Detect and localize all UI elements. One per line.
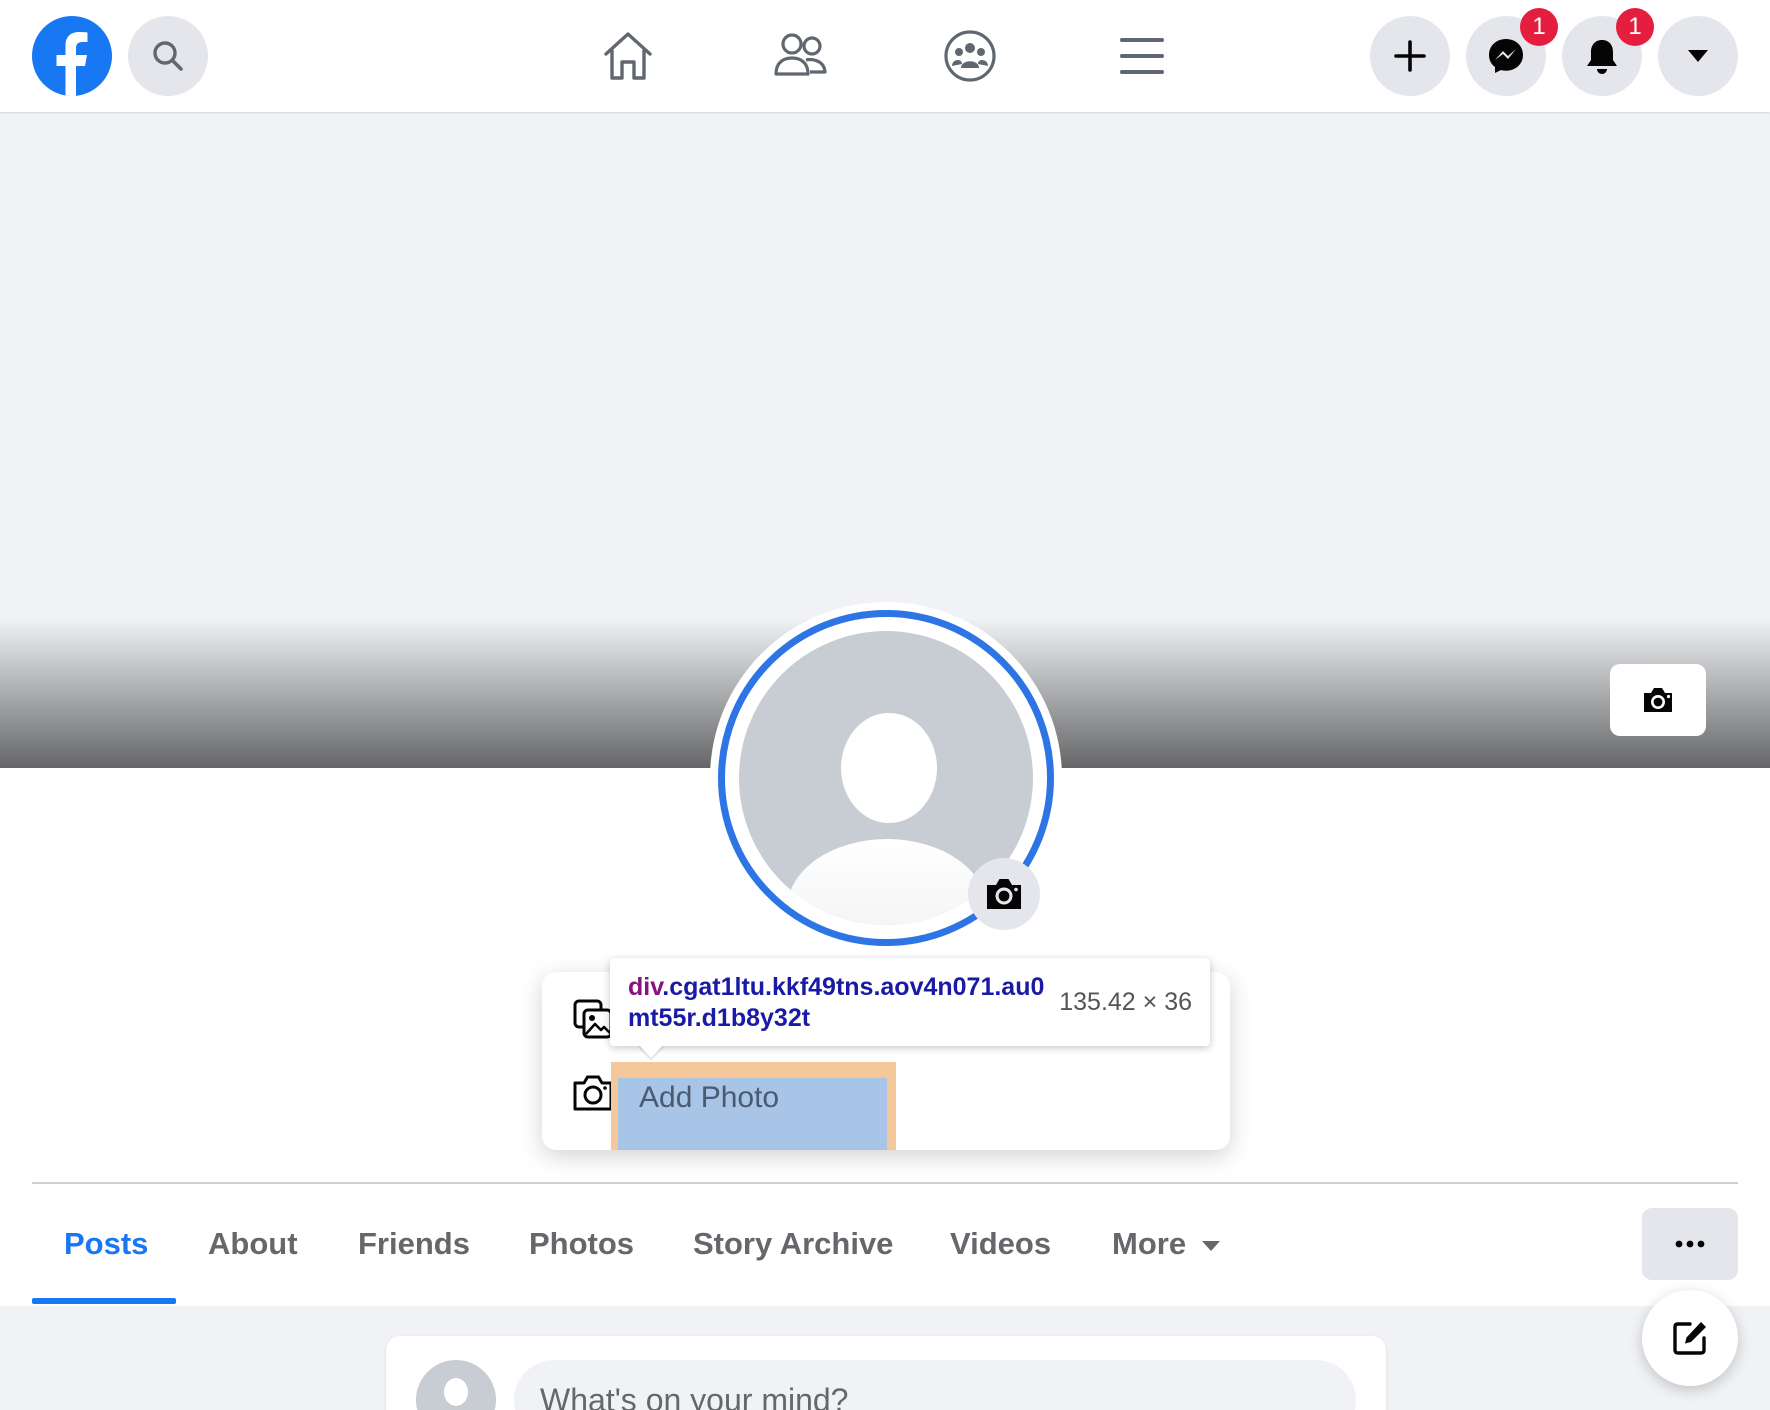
caret-down-icon: [1202, 1240, 1221, 1251]
tab-photos[interactable]: Photos: [529, 1226, 634, 1262]
notifications-button[interactable]: 1: [1562, 8, 1654, 96]
inspector-size: 135.42 × 36: [1059, 988, 1192, 1016]
bell-icon: [1587, 40, 1617, 74]
inspector-selector: div.cgat1ltu.kkf49tns.aov4n071.au0mt55r.…: [628, 973, 1045, 1032]
tab-more[interactable]: More: [1112, 1226, 1221, 1262]
friends-icon: [774, 33, 827, 76]
edit-cover-photo-button[interactable]: [1610, 664, 1706, 736]
nav-home[interactable]: [594, 22, 662, 90]
add-photo-label[interactable]: Add Photo: [639, 1081, 779, 1115]
post-composer: [386, 1336, 1386, 1410]
camera-icon: [1644, 688, 1672, 712]
tab-videos[interactable]: Videos: [950, 1226, 1051, 1262]
camera-icon: [572, 1072, 614, 1114]
create-button[interactable]: [1370, 16, 1450, 96]
tab-posts[interactable]: Posts: [64, 1226, 148, 1262]
edit-profile-picture-button[interactable]: [968, 858, 1040, 930]
plus-icon: [1394, 40, 1426, 72]
nav-menu[interactable]: [1108, 22, 1176, 90]
photos-icon: [572, 998, 614, 1040]
hamburger-icon: [1120, 38, 1164, 74]
search-button[interactable]: [128, 16, 208, 96]
tab-about[interactable]: About: [208, 1226, 298, 1262]
nav-friends[interactable]: [766, 22, 834, 90]
active-tab-indicator: [32, 1298, 176, 1304]
facebook-logo[interactable]: [32, 16, 112, 96]
more-options-button[interactable]: [1642, 1208, 1738, 1280]
notifications-badge: 1: [1616, 8, 1654, 46]
home-icon: [604, 32, 652, 80]
top-navigation-bar: 1 1: [0, 0, 1770, 112]
nav-groups[interactable]: [936, 22, 1004, 90]
camera-icon: [987, 879, 1021, 909]
account-button[interactable]: [1658, 16, 1738, 96]
avatar[interactable]: [416, 1360, 496, 1410]
tab-story-archive[interactable]: Story Archive: [693, 1226, 893, 1262]
messenger-badge: 1: [1520, 8, 1558, 46]
compose-icon: [1673, 1322, 1706, 1355]
search-icon: [153, 41, 183, 71]
messenger-icon: [1489, 39, 1523, 73]
more-horizontal-icon: [1675, 1240, 1705, 1248]
inspector-tooltip: div.cgat1ltu.kkf49tns.aov4n071.au0mt55r.…: [610, 958, 1210, 1046]
new-message-button[interactable]: [1642, 1290, 1738, 1386]
whats-on-your-mind-input[interactable]: [514, 1360, 1356, 1410]
inspector-tooltip-caret: [638, 1044, 664, 1058]
tabs-divider: [32, 1182, 1738, 1184]
messenger-button[interactable]: 1: [1466, 8, 1558, 96]
caret-down-icon: [1688, 50, 1708, 62]
tab-friends[interactable]: Friends: [358, 1226, 470, 1262]
groups-icon: [944, 30, 996, 82]
